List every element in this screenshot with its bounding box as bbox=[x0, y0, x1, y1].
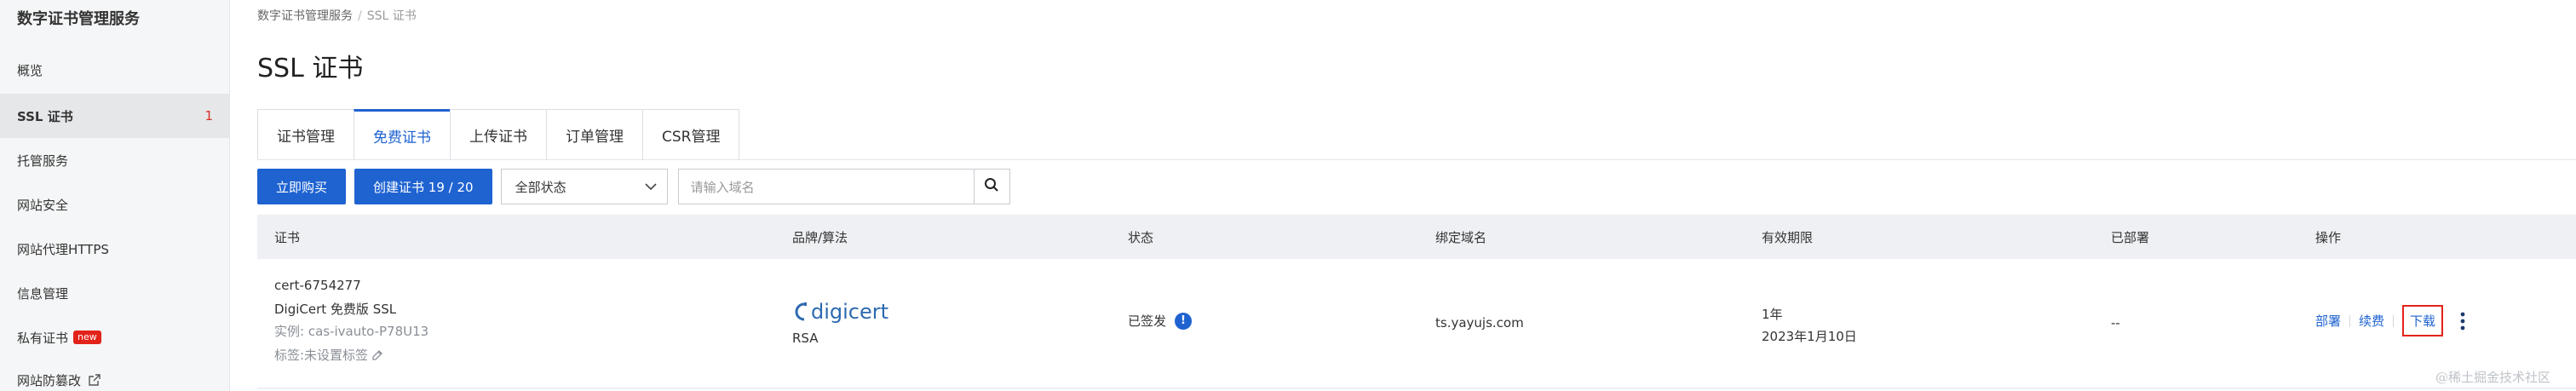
page-title: SSL 证书 bbox=[257, 54, 364, 83]
status-select[interactable]: 全部状态 bbox=[500, 169, 668, 204]
new-badge: new bbox=[73, 331, 101, 344]
column-header: 状态 bbox=[1128, 230, 1154, 245]
column-header: 绑定域名 bbox=[1435, 230, 1487, 245]
column-header: 已部署 bbox=[2111, 230, 2150, 245]
sidebar: 数字证书管理服务 概览 SSL 证书 1 托管服务 网站安全 网站代理HTTPS… bbox=[0, 0, 230, 391]
action-divider bbox=[2393, 314, 2395, 327]
renew-link[interactable]: 续费 bbox=[2359, 312, 2384, 330]
info-icon[interactable]: ! bbox=[1175, 312, 1193, 330]
search-icon bbox=[984, 177, 999, 196]
validity-date: 2023年1月10日 bbox=[1762, 329, 1857, 344]
table-row: cert-6754277 DigiCert 免费版 SSL 实例: cas-iv… bbox=[257, 259, 2576, 388]
cert-algorithm: RSA bbox=[792, 331, 819, 346]
sidebar-item-label: SSL 证书 bbox=[17, 108, 73, 124]
validity-term: 1年 bbox=[1762, 307, 1783, 322]
bound-domain: ts.yayujs.com bbox=[1435, 315, 1524, 331]
sidebar-item-proxy-https[interactable]: 网站代理HTTPS bbox=[0, 227, 230, 271]
toolbar: 立即购买 创建证书 19 / 20 全部状态 请输入域名 bbox=[257, 169, 1010, 204]
column-header: 品牌/算法 bbox=[792, 230, 848, 245]
external-link-icon bbox=[88, 373, 101, 387]
breadcrumb-parent[interactable]: 数字证书管理服务 bbox=[257, 9, 353, 23]
column-header: 有效期限 bbox=[1762, 230, 1814, 245]
chevron-down-icon bbox=[644, 179, 657, 194]
cert-id: cert-6754277 bbox=[274, 278, 361, 293]
breadcrumb-separator: / bbox=[358, 9, 362, 23]
sidebar-item-count: 1 bbox=[204, 108, 213, 124]
brand-name: digicert bbox=[811, 300, 889, 324]
buy-now-button[interactable]: 立即购买 bbox=[257, 169, 347, 204]
create-cert-button[interactable]: 创建证书 19 / 20 bbox=[354, 169, 492, 204]
tab-free-cert[interactable]: 免费证书 bbox=[354, 109, 451, 160]
sidebar-item-label: 托管服务 bbox=[17, 152, 69, 169]
cert-tag[interactable]: 标签:未设置标签 bbox=[274, 346, 384, 364]
search-button[interactable] bbox=[974, 169, 1010, 204]
breadcrumb: 数字证书管理服务 / SSL 证书 bbox=[257, 7, 417, 24]
sidebar-item-label: 网站代理HTTPS bbox=[17, 241, 109, 257]
cert-status: 已签发 ! bbox=[1128, 312, 1193, 330]
action-divider bbox=[2349, 314, 2351, 327]
edit-icon[interactable] bbox=[371, 348, 384, 361]
sidebar-item-ssl[interactable]: SSL 证书 1 bbox=[0, 94, 230, 138]
cert-status-label: 已签发 bbox=[1128, 313, 1167, 329]
row-actions: 部署 续费 下载 bbox=[2315, 305, 2465, 336]
sidebar-item-site-security[interactable]: 网站安全 bbox=[0, 182, 230, 227]
sidebar-item-label: 网站安全 bbox=[17, 197, 69, 213]
sidebar-item-info-management[interactable]: 信息管理 bbox=[0, 271, 230, 315]
sidebar-title: 数字证书管理服务 bbox=[17, 10, 140, 28]
cert-name: DigiCert 免费版 SSL bbox=[274, 302, 397, 317]
tab-bar: 证书管理 免费证书 上传证书 订单管理 CSR管理 bbox=[257, 109, 740, 160]
breadcrumb-current: SSL 证书 bbox=[366, 9, 417, 23]
sidebar-item-hosting[interactable]: 托管服务 bbox=[0, 138, 230, 182]
sidebar-item-private-cert[interactable]: 私有证书 new bbox=[0, 315, 230, 359]
more-options-icon[interactable] bbox=[2460, 312, 2465, 331]
table-header: 证书 品牌/算法 状态 绑定域名 有效期限 已部署 操作 bbox=[257, 215, 2576, 259]
deployed-count: -- bbox=[2111, 315, 2120, 331]
sidebar-item-overview[interactable]: 概览 bbox=[0, 48, 230, 92]
deploy-link[interactable]: 部署 bbox=[2315, 312, 2341, 330]
watermark: @稀土掘金技术社区 bbox=[2435, 370, 2550, 385]
sidebar-item-tamper-protection[interactable]: 网站防篡改 bbox=[0, 358, 230, 391]
column-header: 证书 bbox=[274, 230, 301, 245]
cert-tag-label: 标签:未设置标签 bbox=[274, 348, 369, 363]
tab-cert-management[interactable]: 证书管理 bbox=[257, 109, 354, 160]
sidebar-item-label: 概览 bbox=[17, 62, 43, 78]
column-header: 操作 bbox=[2315, 230, 2342, 245]
tab-order-management[interactable]: 订单管理 bbox=[546, 109, 643, 160]
status-select-value: 全部状态 bbox=[515, 179, 566, 195]
tab-upload-cert[interactable]: 上传证书 bbox=[450, 109, 547, 160]
sidebar-item-label: 私有证书 bbox=[17, 330, 69, 346]
cert-instance: 实例: cas-ivauto-P78U13 bbox=[274, 324, 429, 339]
sidebar-item-label: 信息管理 bbox=[17, 285, 69, 302]
sidebar-item-label: 网站防篡改 bbox=[17, 372, 82, 388]
tab-divider bbox=[257, 159, 2576, 160]
download-link[interactable]: 下载 bbox=[2402, 305, 2444, 336]
tab-csr-management[interactable]: CSR管理 bbox=[642, 109, 740, 160]
digicert-logo: digicert bbox=[792, 300, 888, 324]
domain-search-input[interactable]: 请输入域名 bbox=[677, 169, 975, 204]
